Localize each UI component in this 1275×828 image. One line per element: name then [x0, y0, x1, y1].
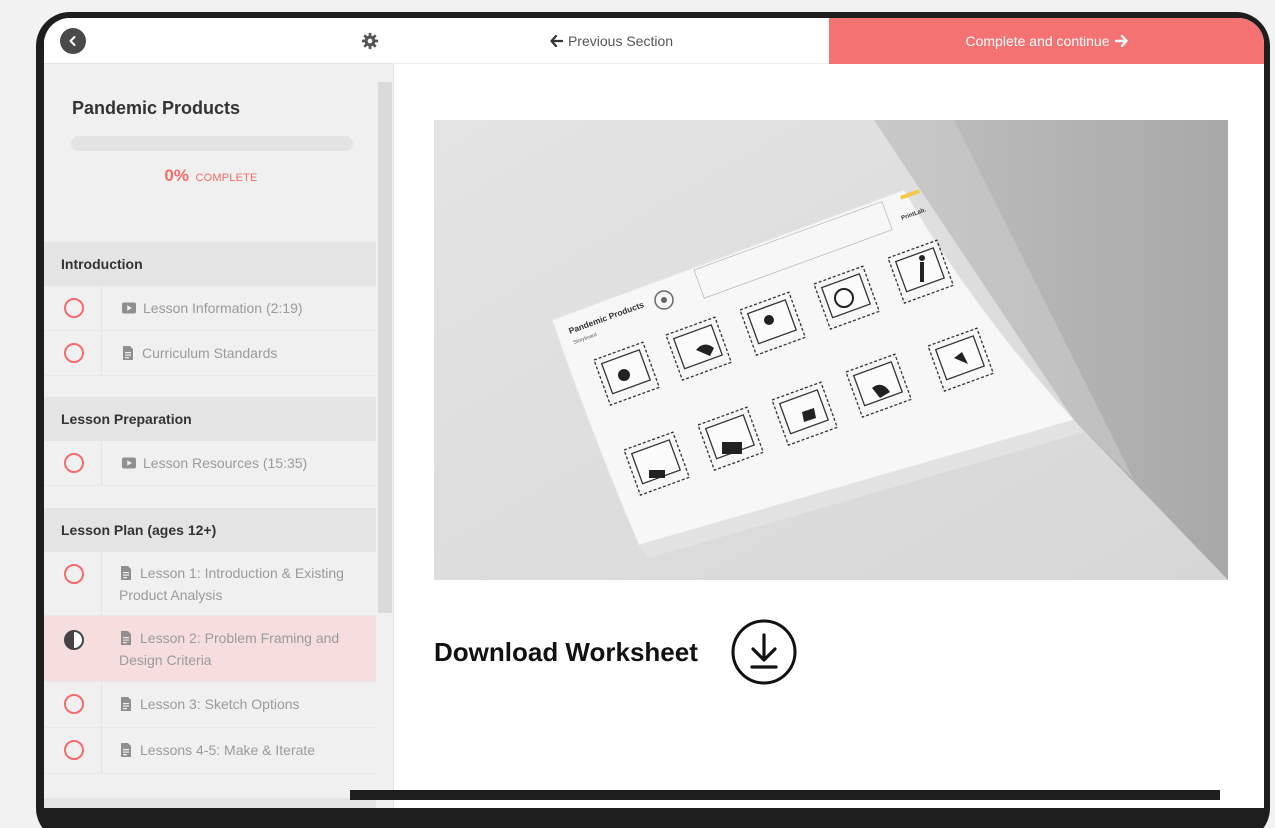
status-not-started-icon — [64, 298, 84, 318]
progress-percent: 0% — [164, 166, 189, 185]
sidebar-toolbar — [44, 18, 394, 64]
status-not-started-icon — [64, 694, 84, 714]
row-divider — [101, 682, 102, 727]
lesson-title: Lesson Information (2:19) — [143, 300, 303, 316]
status-in-progress-icon — [64, 630, 84, 650]
section-header-lesson-plan: Lesson Plan (ages 12+) — [44, 508, 376, 552]
bottom-bezel — [350, 790, 1220, 800]
lesson-navigation-bar: Previous Section Complete and continue — [394, 18, 1264, 64]
settings-button[interactable] — [358, 29, 382, 53]
lesson-label: Lesson 2: Problem Framing and Design Cri… — [119, 627, 364, 671]
chevron-left-icon — [69, 36, 76, 46]
status-not-started-icon — [64, 343, 84, 363]
row-divider — [101, 728, 102, 773]
status-not-started-icon — [64, 564, 84, 584]
section-header-introduction: Introduction — [44, 242, 376, 286]
lesson-title: Curriculum Standards — [142, 345, 278, 361]
arrow-left-icon — [550, 35, 563, 47]
lesson-label: Lesson 3: Sketch Options — [119, 693, 364, 715]
section-header-partial — [44, 798, 376, 808]
document-icon — [121, 631, 131, 645]
lesson-item[interactable]: Lesson Information (2:19) — [44, 286, 376, 331]
lesson-label: Lesson Information (2:19) — [122, 297, 364, 319]
download-worksheet-link[interactable]: Download Worksheet — [434, 618, 798, 686]
lesson-label: Lessons 4-5: Make & Iterate — [119, 739, 364, 761]
back-button[interactable] — [60, 28, 86, 54]
course-sidebar: Pandemic Products 0% COMPLETE Introducti… — [44, 18, 394, 808]
lesson-title: Lesson 2: Problem Framing and Design Cri… — [119, 630, 340, 668]
document-icon — [123, 346, 133, 360]
arrow-right-icon — [1114, 35, 1128, 47]
row-divider — [101, 616, 102, 681]
row-divider — [101, 441, 102, 485]
document-icon — [121, 743, 131, 757]
download-worksheet-label: Download Worksheet — [434, 636, 698, 667]
row-divider — [101, 286, 102, 330]
gear-icon — [361, 32, 379, 50]
lesson-title: Lesson 1: Introduction & Existing Produc… — [119, 565, 344, 603]
row-divider — [101, 331, 102, 375]
complete-and-continue-button[interactable]: Complete and continue — [829, 18, 1264, 64]
lesson-label: Lesson Resources (15:35) — [122, 452, 364, 474]
complete-and-continue-label: Complete and continue — [965, 33, 1110, 49]
document-icon — [121, 697, 131, 711]
lesson-item[interactable]: Curriculum Standards — [44, 331, 376, 376]
section-header-lesson-preparation: Lesson Preparation — [44, 397, 376, 441]
worksheet-photo: Pandemic Products Storyboard PrintLab. — [434, 120, 1228, 580]
lesson-item[interactable]: Lesson Resources (15:35) — [44, 441, 376, 486]
lesson-item[interactable]: Lesson 1: Introduction & Existing Produc… — [44, 552, 376, 616]
lesson-label: Lesson 1: Introduction & Existing Produc… — [119, 562, 364, 606]
course-progress-bar — [71, 136, 353, 151]
status-not-started-icon — [64, 740, 84, 760]
lesson-label: Curriculum Standards — [121, 342, 364, 364]
screen: Pandemic Products 0% COMPLETE Introducti… — [44, 18, 1264, 808]
lesson-title: Lesson Resources (15:35) — [143, 455, 308, 471]
course-title: Pandemic Products — [72, 98, 241, 118]
lesson-title: Lesson 3: Sketch Options — [140, 696, 300, 712]
status-not-started-icon — [64, 453, 84, 473]
lesson-title: Lessons 4-5: Make & Iterate — [140, 742, 316, 758]
video-icon — [122, 302, 136, 314]
previous-section-label: Previous Section — [567, 33, 674, 49]
progress-label: COMPLETE — [195, 172, 258, 184]
row-divider — [101, 552, 102, 615]
lesson-item[interactable]: Lessons 4-5: Make & Iterate — [44, 728, 376, 774]
progress-text: 0% COMPLETE — [44, 166, 376, 186]
sidebar-scroll-area: Pandemic Products 0% COMPLETE Introducti… — [44, 64, 376, 808]
previous-section-button[interactable]: Previous Section — [394, 18, 829, 64]
video-icon — [122, 457, 136, 469]
sidebar-scrollbar[interactable] — [378, 82, 392, 613]
lesson-item-active[interactable]: Lesson 2: Problem Framing and Design Cri… — [44, 616, 376, 682]
download-icon — [731, 619, 797, 685]
document-icon — [121, 566, 131, 580]
lesson-item[interactable]: Lesson 3: Sketch Options — [44, 682, 376, 728]
worksheet-preview-image: Pandemic Products Storyboard PrintLab. — [434, 120, 1228, 580]
